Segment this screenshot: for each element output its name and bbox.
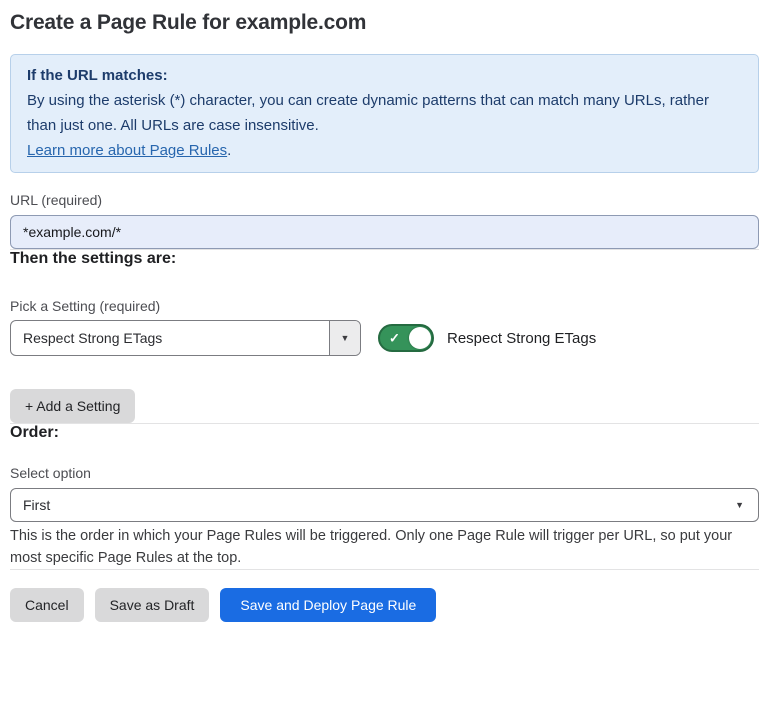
chevron-down-icon: ▼	[735, 501, 744, 510]
footer-actions: Cancel Save as Draft Save and Deploy Pag…	[10, 588, 759, 622]
pick-setting-label: Pick a Setting (required)	[10, 298, 759, 314]
save-deploy-button[interactable]: Save and Deploy Page Rule	[220, 588, 436, 622]
add-setting-button[interactable]: + Add a Setting	[10, 389, 135, 423]
setting-select-arrow-button[interactable]: ▼	[329, 321, 360, 355]
etags-toggle-group: ✓ Respect Strong ETags	[378, 324, 596, 352]
cancel-button[interactable]: Cancel	[10, 588, 84, 622]
footer-divider	[10, 569, 759, 570]
chevron-down-icon: ▼	[341, 334, 350, 343]
info-link-row: Learn more about Page Rules.	[27, 138, 742, 163]
create-page-rule-form: Create a Page Rule for example.com If th…	[0, 0, 769, 622]
setting-select[interactable]: Respect Strong ETags ▼	[10, 320, 361, 356]
check-icon: ✓	[389, 332, 400, 345]
save-draft-button[interactable]: Save as Draft	[95, 588, 210, 622]
link-suffix: .	[227, 142, 231, 159]
learn-more-link[interactable]: Learn more about Page Rules	[27, 142, 227, 159]
toggle-knob	[409, 327, 431, 349]
respect-etags-toggle[interactable]: ✓	[378, 324, 434, 352]
page-title: Create a Page Rule for example.com	[10, 11, 759, 35]
info-box-heading: If the URL matches:	[27, 63, 742, 88]
order-help-text: This is the order in which your Page Rul…	[10, 526, 755, 569]
url-match-info-box: If the URL matches: By using the asteris…	[10, 54, 759, 173]
order-select[interactable]: First ▼	[10, 488, 759, 522]
order-select-label: Select option	[10, 465, 759, 481]
url-field-label: URL (required)	[10, 192, 759, 208]
url-input[interactable]	[10, 215, 759, 249]
order-section-heading: Order:	[10, 424, 759, 442]
etags-toggle-label: Respect Strong ETags	[447, 330, 596, 347]
setting-row: Respect Strong ETags ▼ ✓ Respect Strong …	[10, 320, 759, 356]
setting-select-value: Respect Strong ETags	[11, 321, 329, 355]
settings-section-heading: Then the settings are:	[10, 250, 759, 268]
info-box-body: By using the asterisk (*) character, you…	[27, 88, 742, 138]
order-select-value: First	[23, 497, 50, 513]
